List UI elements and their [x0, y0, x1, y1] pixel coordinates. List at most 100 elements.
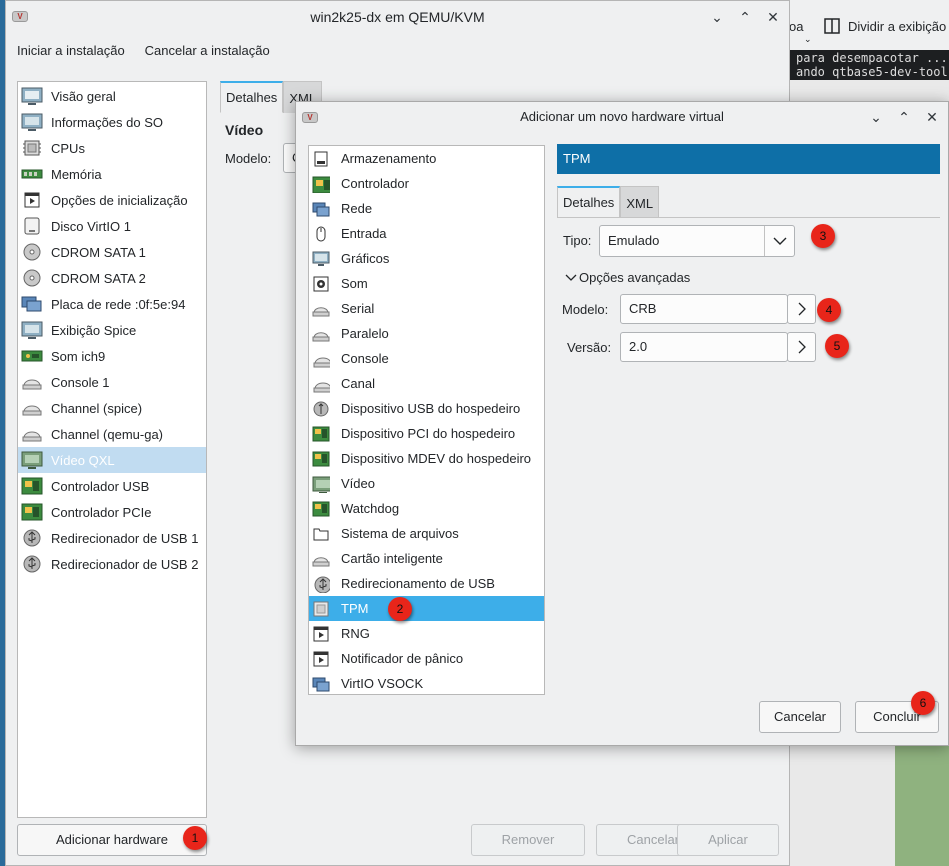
hardware-list-item[interactable]: Controlador USB — [18, 473, 206, 499]
device-type-item[interactable]: Watchdog — [309, 496, 544, 521]
hardware-list-item[interactable]: Redirecionador de USB 1 — [18, 525, 206, 551]
hardware-list-item[interactable]: Placa de rede :0f:5e:94 — [18, 291, 206, 317]
hardware-list-item[interactable]: Channel (qemu-ga) — [18, 421, 206, 447]
chevron-right-icon[interactable] — [787, 332, 816, 362]
advanced-options-label: Opções avançadas — [579, 270, 691, 285]
device-type-item[interactable]: Paralelo — [309, 321, 544, 346]
chevron-right-icon[interactable] — [787, 294, 816, 324]
memory-icon — [21, 164, 43, 184]
virt-manager-logo-icon: V — [302, 112, 318, 123]
menu-cancel-install[interactable]: Cancelar a instalação — [134, 37, 279, 65]
background-toolbar: oa ⌄ Dividir a exibição — [780, 0, 949, 52]
main-titlebar[interactable]: V win2k25-dx em QEMU/KVM ⌄ ⌃ ✕ — [6, 1, 789, 33]
device-type-item[interactable]: Dispositivo PCI do hospedeiro — [309, 421, 544, 446]
chevron-up-icon[interactable]: ⌃ — [892, 105, 916, 129]
device-type-item[interactable]: RNG — [309, 621, 544, 646]
device-type-item[interactable]: Rede — [309, 196, 544, 221]
video-icon — [21, 450, 43, 470]
dialog-titlebar[interactable]: V Adicionar um novo hardware virtual ⌄ ⌃… — [296, 102, 948, 132]
hardware-list-item[interactable]: Informações do SO — [18, 109, 206, 135]
device-type-label: Rede — [341, 201, 373, 216]
hardware-list-item[interactable]: Channel (spice) — [18, 395, 206, 421]
device-type-item[interactable]: Cartão inteligente — [309, 546, 544, 571]
device-type-item[interactable]: VirtIO VSOCK — [309, 671, 544, 696]
dialog-tabs: Detalhes XML — [557, 186, 660, 218]
console-icon — [21, 372, 43, 392]
channel-icon — [312, 375, 330, 393]
hardware-list-label: Console 1 — [51, 374, 110, 390]
hardware-list-item[interactable]: Opções de inicialização — [18, 187, 206, 213]
device-type-item[interactable]: Entrada — [309, 221, 544, 246]
chevron-down-icon[interactable]: ⌄ — [705, 5, 729, 29]
advanced-options-expander[interactable]: Opções avançadas — [564, 270, 690, 285]
terminal-line: ando qtbase5-dev-tool — [796, 65, 948, 79]
tpm-version-field[interactable]: 2.0 — [620, 332, 788, 362]
device-type-item[interactable]: Dispositivo MDEV do hospedeiro — [309, 446, 544, 471]
hardware-list-label: Visão geral — [51, 88, 116, 104]
device-type-item[interactable]: Som — [309, 271, 544, 296]
tab-xml[interactable]: XML — [620, 186, 660, 218]
cdrom-icon — [21, 242, 43, 262]
device-type-item[interactable]: Serial — [309, 296, 544, 321]
hardware-list-label: Informações do SO — [51, 114, 163, 130]
device-type-item[interactable]: Notificador de pânico — [309, 646, 544, 671]
hardware-list-item[interactable]: Redirecionador de USB 2 — [18, 551, 206, 577]
hardware-list-item[interactable]: Exibição Spice — [18, 317, 206, 343]
os-info-icon — [21, 112, 43, 132]
device-type-label: Dispositivo PCI do hospedeiro — [341, 426, 516, 441]
hardware-list-item[interactable]: CDROM SATA 1 — [18, 239, 206, 265]
hardware-list-item[interactable]: CDROM SATA 2 — [18, 265, 206, 291]
chevron-down-icon: ⌄ — [804, 34, 812, 44]
device-type-item[interactable]: TPM — [309, 596, 544, 621]
tab-details[interactable]: Detalhes — [557, 186, 621, 218]
remove-button[interactable]: Remover — [471, 824, 585, 856]
type-combo[interactable]: Emulado — [599, 225, 795, 257]
hardware-list-item[interactable]: Visão geral — [18, 83, 206, 109]
device-type-item[interactable]: Console — [309, 346, 544, 371]
split-view-button[interactable]: Dividir a exibição — [848, 19, 946, 34]
console-icon — [312, 350, 330, 368]
hardware-list[interactable]: Visão geral Informações do SO CPUs Memória O… — [17, 81, 207, 818]
chevron-down-icon — [565, 274, 577, 281]
device-type-item[interactable]: Canal — [309, 371, 544, 396]
hardware-list-item[interactable]: Memória — [18, 161, 206, 187]
chevron-up-icon[interactable]: ⌃ — [733, 5, 757, 29]
device-type-item[interactable]: Dispositivo USB do hospedeiro — [309, 396, 544, 421]
hardware-list-item[interactable]: Vídeo QXL — [18, 447, 206, 473]
cancel-button[interactable]: Cancelar — [759, 701, 841, 733]
device-type-item[interactable]: Vídeo — [309, 471, 544, 496]
device-type-item[interactable]: Controlador — [309, 171, 544, 196]
hardware-list-item[interactable]: Disco VirtIO 1 — [18, 213, 206, 239]
apply-button[interactable]: Aplicar — [677, 824, 779, 856]
device-section-header: TPM — [557, 144, 940, 174]
menu-start-install[interactable]: Iniciar a instalação — [6, 37, 134, 65]
device-type-item[interactable]: Redirecionamento de USB — [309, 571, 544, 596]
cpu-icon — [21, 138, 43, 158]
hardware-list-item[interactable]: Controlador PCIe — [18, 499, 206, 525]
virt-manager-logo-icon: V — [12, 11, 28, 22]
tab-details[interactable]: Detalhes — [220, 81, 284, 113]
storage-icon — [312, 150, 330, 168]
usb-host-icon — [312, 400, 330, 418]
close-icon[interactable]: ✕ — [761, 5, 785, 29]
type-label: Tipo: — [563, 233, 592, 248]
hardware-list-item[interactable]: Som ich9 — [18, 343, 206, 369]
channel-icon — [21, 424, 43, 444]
tpm-model-field[interactable]: CRB — [620, 294, 788, 324]
device-type-item[interactable]: Sistema de arquivos — [309, 521, 544, 546]
add-hardware-button[interactable]: Adicionar hardware — [17, 824, 207, 856]
usb-redirect-icon — [21, 554, 43, 574]
hardware-list-item[interactable]: Console 1 — [18, 369, 206, 395]
device-type-item[interactable]: Gráficos — [309, 246, 544, 271]
vsock-icon — [312, 675, 330, 693]
device-type-list[interactable]: Armazenamento Controlador Rede Entrada Gráfi… — [308, 145, 545, 695]
device-type-label: Dispositivo USB do hospedeiro — [341, 401, 521, 416]
device-type-item[interactable]: Armazenamento — [309, 146, 544, 171]
close-icon[interactable]: ✕ — [920, 105, 944, 129]
chevron-down-icon[interactable]: ⌄ — [864, 105, 888, 129]
channel-icon — [21, 398, 43, 418]
hardware-list-item[interactable]: CPUs — [18, 135, 206, 161]
smartcard-icon — [312, 550, 330, 568]
hardware-list-label: Som ich9 — [51, 348, 106, 364]
parallel-icon — [312, 325, 330, 343]
